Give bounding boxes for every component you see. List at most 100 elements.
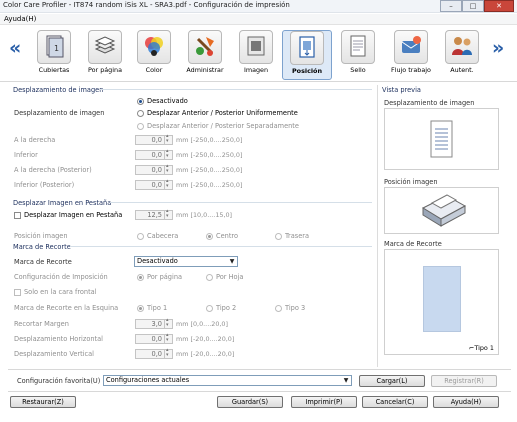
print-button[interactable]: Imprimir(P): [291, 396, 357, 408]
radio-label: Desplazar Anterior / Posterior Uniformem…: [147, 109, 298, 117]
front-only-checkbox[interactable]: Solo en la cara frontal: [14, 288, 97, 296]
radio-label: Tipo 3: [285, 304, 306, 312]
position-icon: [294, 34, 320, 62]
tab-color[interactable]: Color: [129, 30, 179, 80]
favorite-settings-select[interactable]: Configuraciones actuales ▼: [103, 375, 352, 386]
stepper-arrows-icon[interactable]: [164, 178, 172, 189]
crop-mark-select[interactable]: Desactivado ▼: [134, 256, 238, 267]
range-hint: mm [-20,0....20,0]: [176, 350, 235, 358]
tab-shift-checkbox[interactable]: Desplazar Imagen en Pestaña: [14, 211, 122, 219]
radio-label: Centro: [216, 232, 239, 240]
horizontal-offset-stepper[interactable]: 0,0: [135, 332, 173, 344]
radio-label: Por Hoja: [216, 273, 244, 281]
tab-label: Autent.: [450, 66, 474, 74]
save-button[interactable]: Guardar(S): [217, 396, 283, 408]
radio-type-3[interactable]: Tipo 3: [275, 304, 305, 312]
toolbar-prev-arrow[interactable]: «: [9, 39, 21, 58]
radio-shift-separate[interactable]: Desplazar Anterior / Posterior Separadam…: [137, 122, 299, 130]
section-rule: [100, 89, 372, 90]
trim-margin-stepper[interactable]: 3,0: [135, 317, 173, 329]
tab-label: Color: [145, 66, 163, 74]
radio-label: Trasera: [285, 232, 310, 240]
field-label-trim-margin: Recortar Margen: [14, 320, 69, 328]
select-value: Desactivado: [137, 257, 178, 265]
section-header-tab-shift: Desplazar Imagen en Pestaña: [13, 199, 112, 207]
crop-type-indicator: ⌐Tipo 1: [469, 344, 494, 352]
register-button[interactable]: Registrar(R): [431, 375, 497, 387]
radio-position-head[interactable]: Cabecera: [137, 232, 178, 240]
stepper-value: 0,0: [151, 136, 163, 144]
tab-por-pagina[interactable]: Por página: [80, 30, 130, 80]
tab-imagen[interactable]: Imagen: [231, 30, 281, 80]
tab-label: Sello: [350, 66, 366, 74]
maximize-button[interactable]: □: [462, 0, 484, 12]
toolbar-next-arrow[interactable]: »: [492, 39, 504, 58]
range-hint: mm [-250,0....250,0]: [176, 136, 243, 144]
right-shift-stepper[interactable]: 0,0: [135, 133, 173, 145]
radio-per-sheet[interactable]: Por Hoja: [206, 273, 243, 281]
preview-shift-label: Desplazamiento de imagen: [384, 99, 475, 107]
stepper-arrows-icon[interactable]: [164, 332, 172, 343]
help-button[interactable]: Ayuda(H): [433, 396, 499, 408]
radio-position-tail[interactable]: Trasera: [275, 232, 309, 240]
preview-header: Vista previa: [382, 86, 421, 94]
menu-help[interactable]: Ayuda(H): [4, 15, 36, 23]
field-label-right: A la derecha: [14, 136, 56, 144]
bottom-back-shift-stepper[interactable]: 0,0: [135, 178, 173, 190]
radio-shift-off[interactable]: Desactivado: [137, 97, 188, 105]
range-hint: mm [10,0....15,0]: [176, 211, 233, 219]
tab-flujo-trabajo[interactable]: Flujo trabajo: [386, 30, 436, 80]
tab-label: Posición: [292, 67, 322, 75]
stepper-value: 12,5: [147, 211, 162, 219]
preview-page: [423, 266, 461, 332]
cancel-button[interactable]: Cancelar(C): [362, 396, 428, 408]
field-label-horizontal-offset: Desplazamiento Horizontal: [14, 335, 104, 343]
crop-type-label: Tipo 1: [474, 344, 494, 352]
stamp-icon: [345, 33, 371, 61]
stepper-arrows-icon[interactable]: [164, 347, 172, 358]
image-shift-label: Desplazamiento de imagen: [14, 109, 105, 117]
tab-label: Flujo trabajo: [391, 66, 431, 74]
radio-shift-uniform[interactable]: Desplazar Anterior / Posterior Uniformem…: [137, 109, 298, 117]
stepper-arrows-icon[interactable]: [164, 208, 172, 219]
stepper-value: 3,0: [151, 320, 163, 328]
stepper-value: 0,0: [151, 350, 163, 358]
stepper-arrows-icon[interactable]: [164, 133, 172, 144]
tab-autent[interactable]: Autent.: [437, 30, 487, 80]
vertical-offset-stepper[interactable]: 0,0: [135, 347, 173, 359]
close-button[interactable]: ✕: [484, 0, 514, 12]
cover-icon: 1: [41, 33, 67, 61]
divider: [8, 369, 511, 370]
title-bar: Color Care Profiler - IT874 random iSis …: [0, 0, 517, 13]
authentication-icon: [449, 33, 475, 61]
section-header-crop-marks: Marca de Recorte: [13, 243, 71, 251]
window-title: Color Care Profiler - IT874 random iSis …: [3, 1, 290, 9]
section-header-image-shift: Desplazamiento de imagen: [13, 86, 104, 94]
field-label-bottom: Inferior: [14, 151, 38, 159]
tab-cubiertas[interactable]: 1 Cubiertas: [29, 30, 79, 80]
bottom-shift-stepper[interactable]: 0,0: [135, 148, 173, 160]
tab-administrar[interactable]: Administrar: [180, 30, 230, 80]
imposition-label: Configuración de Imposición: [14, 273, 108, 281]
tab-label: Imagen: [243, 66, 269, 74]
right-back-shift-stepper[interactable]: 0,0: [135, 163, 173, 175]
restore-button[interactable]: Restaurar(Z): [10, 396, 76, 408]
per-page-icon: [92, 33, 118, 61]
corner-crop-label: Marca de Recorte en la Esquina: [14, 304, 119, 312]
range-hint: mm [0,0....20,0]: [176, 320, 228, 328]
radio-type-2[interactable]: Tipo 2: [206, 304, 236, 312]
stepper-arrows-icon[interactable]: [164, 148, 172, 159]
stepper-arrows-icon[interactable]: [164, 163, 172, 174]
radio-position-center[interactable]: Centro: [206, 232, 238, 240]
radio-type-1[interactable]: Tipo 1: [137, 304, 167, 312]
tab-posicion[interactable]: Posición: [282, 30, 332, 80]
tab-sello[interactable]: Sello: [333, 30, 383, 80]
preview-shift-box: [384, 108, 499, 170]
radio-label: Cabecera: [147, 232, 179, 240]
load-button[interactable]: Cargar(L): [359, 375, 425, 387]
tab-shift-stepper[interactable]: 12,5: [135, 208, 173, 220]
minimize-button[interactable]: –: [440, 0, 462, 12]
window-controls: – □ ✕: [440, 0, 514, 12]
radio-per-page[interactable]: Por página: [137, 273, 182, 281]
stepper-arrows-icon[interactable]: [164, 317, 172, 328]
